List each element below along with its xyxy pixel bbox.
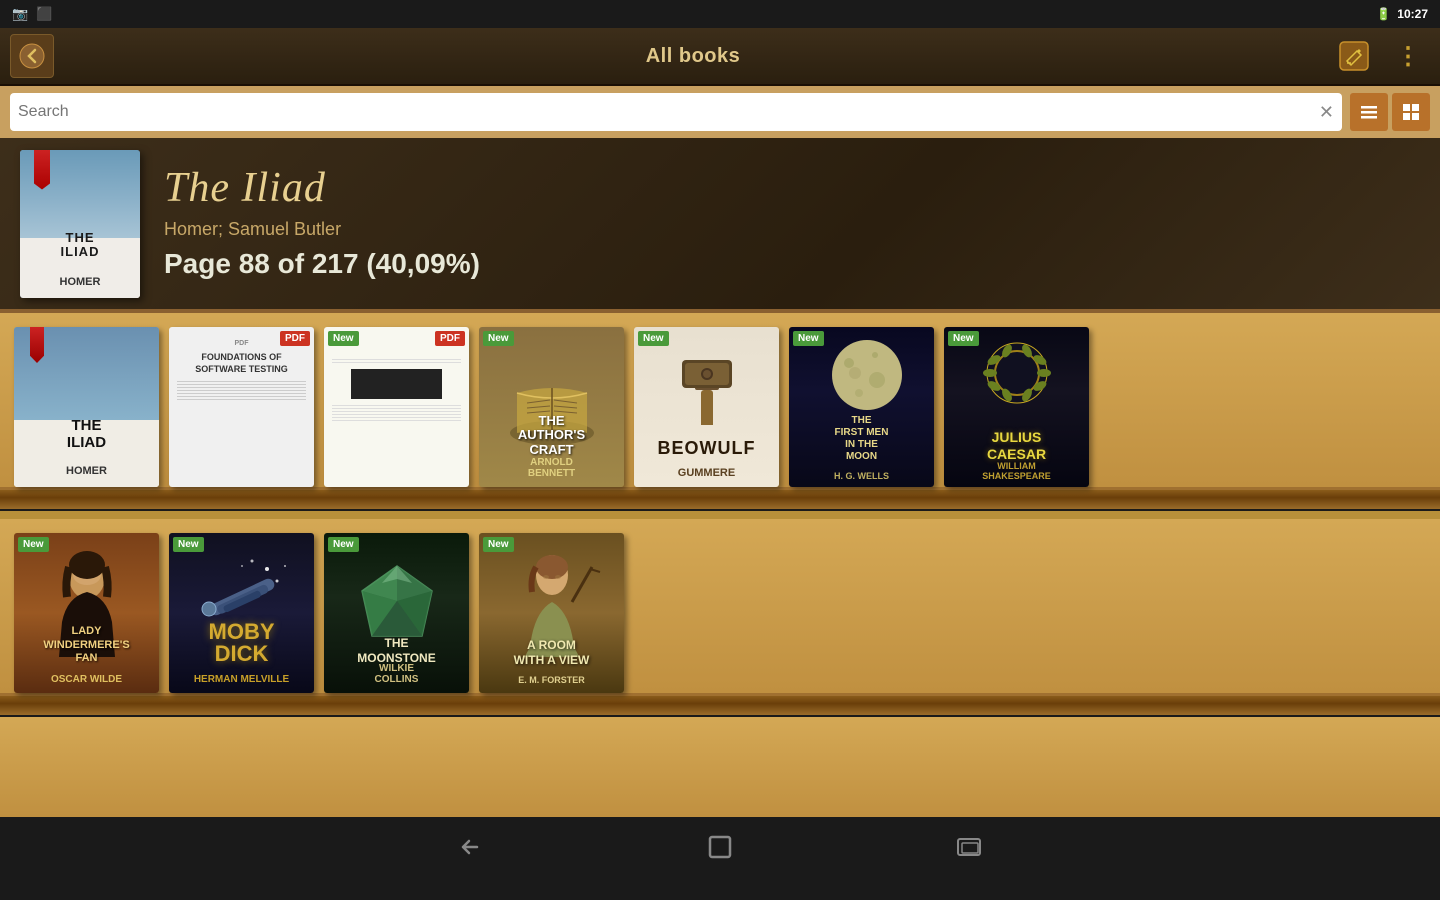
status-icons-right: 🔋 10:27 <box>1376 7 1428 21</box>
laurel-decoration <box>972 335 1062 410</box>
shelf-row-2: New LADYWINDERMERE'SFAN OSCAR WILDE New <box>0 519 1440 693</box>
book-foundations[interactable]: PDF PDF FOUNDATIONS OF SOFTWARE TESTING <box>169 327 314 487</box>
clock: 10:27 <box>1397 7 1428 21</box>
nav-bar <box>0 817 1440 877</box>
camera-icon: 📷 <box>12 6 28 22</box>
list-view-button[interactable] <box>1350 93 1388 131</box>
cover-author: HOMER <box>20 276 140 288</box>
book-new-pdf[interactable]: New PDF <box>324 327 469 487</box>
top-bar-actions: ⋮ <box>1332 34 1430 78</box>
shelf-row-1: THEILIAD HOMER PDF PDF FOUNDATIONS OF SO… <box>0 313 1440 487</box>
grid-view-button[interactable] <box>1392 93 1430 131</box>
shelf-2: New LADYWINDERMERE'SFAN OSCAR WILDE New <box>0 511 1440 715</box>
new-badge: New <box>328 331 359 346</box>
top-bar-left <box>10 34 54 78</box>
new-badge-8: New <box>173 537 204 552</box>
grid-icon <box>1401 102 1421 122</box>
moon-decoration <box>817 335 907 415</box>
status-bar: 📷 ⬛ 🔋 10:27 <box>0 0 1440 28</box>
book-first-men-moon[interactable]: New THEFIRST MENIN THEMOON H. G. WELLS <box>789 327 934 487</box>
back-nav-icon <box>455 835 485 859</box>
gem-decoration <box>352 561 442 641</box>
home-nav-icon <box>706 833 734 861</box>
search-clear-icon[interactable]: ✕ <box>1319 102 1334 123</box>
current-book-info: The Iliad Homer; Samuel Butler Page 88 o… <box>164 167 480 280</box>
new-badge-6: New <box>948 331 979 346</box>
recent-nav-button[interactable] <box>945 827 995 867</box>
new-badge-5: New <box>793 331 824 346</box>
new-badge-9: New <box>328 537 359 552</box>
new-badge-10: New <box>483 537 514 552</box>
search-bar: ✕ <box>0 86 1440 138</box>
top-bar: All books ⋮ <box>0 28 1440 86</box>
shelf-floor-2 <box>0 693 1440 715</box>
shelf-floor-1 <box>0 487 1440 509</box>
shelf-gap <box>0 511 1440 519</box>
battery-icon: 🔋 <box>1376 7 1391 21</box>
back-button[interactable] <box>10 34 54 78</box>
edit-icon <box>1339 41 1369 71</box>
list-icon <box>1359 102 1379 122</box>
pdf-badge: PDF <box>280 331 310 346</box>
current-book-cover[interactable]: THEILIAD HOMER <box>20 150 140 298</box>
book-room-view[interactable]: New A ROOMWITH A VIEW E. <box>479 533 624 693</box>
current-book-title: The Iliad <box>164 167 480 209</box>
current-book-author: Homer; Samuel Butler <box>164 219 480 240</box>
edit-button[interactable] <box>1332 34 1376 78</box>
page-title: All books <box>646 45 741 68</box>
new-badge-3: New <box>483 331 514 346</box>
view-toggle <box>1350 93 1430 131</box>
back-icon <box>19 43 45 69</box>
hammer-decoration <box>667 335 747 425</box>
book-moonstone[interactable]: New THEMOONSTONE WILKIECOLLINS <box>324 533 469 693</box>
bookmark-ribbon <box>34 150 50 190</box>
book-lady-windermere[interactable]: New LADYWINDERMERE'SFAN OSCAR WILDE <box>14 533 159 693</box>
pdf-badge-2: PDF <box>435 331 465 346</box>
cover-title: THEILIAD <box>20 231 140 260</box>
grid-icon: ⬛ <box>36 6 52 22</box>
shelf-1: THEILIAD HOMER PDF PDF FOUNDATIONS OF SO… <box>0 313 1440 509</box>
new-badge-7: New <box>18 537 49 552</box>
back-nav-button[interactable] <box>445 827 495 867</box>
new-badge-4: New <box>638 331 669 346</box>
book-authors-craft[interactable]: New THEAUTHOR'SCRAFT ARNOLDBENNETT <box>479 327 624 487</box>
book-moby-dick[interactable]: New MOBYDICK HERMAN MELV <box>169 533 314 693</box>
menu-button[interactable]: ⋮ <box>1386 34 1430 78</box>
book-julius-caesar[interactable]: New JULI <box>944 327 1089 487</box>
book-iliad[interactable]: THEILIAD HOMER <box>14 327 159 487</box>
status-icons-left: 📷 ⬛ <box>12 6 52 22</box>
book-beowulf[interactable]: New BEOWULF GUMMERE <box>634 327 779 487</box>
current-book-progress: Page 88 of 217 (40,09%) <box>164 248 480 280</box>
empty-shelf-area <box>0 717 1440 817</box>
home-nav-button[interactable] <box>695 827 745 867</box>
search-input-wrapper[interactable]: ✕ <box>10 93 1342 131</box>
search-input[interactable] <box>18 103 1319 121</box>
current-book-banner[interactable]: THEILIAD HOMER The Iliad Homer; Samuel B… <box>0 138 1440 313</box>
recent-nav-icon <box>954 835 986 859</box>
